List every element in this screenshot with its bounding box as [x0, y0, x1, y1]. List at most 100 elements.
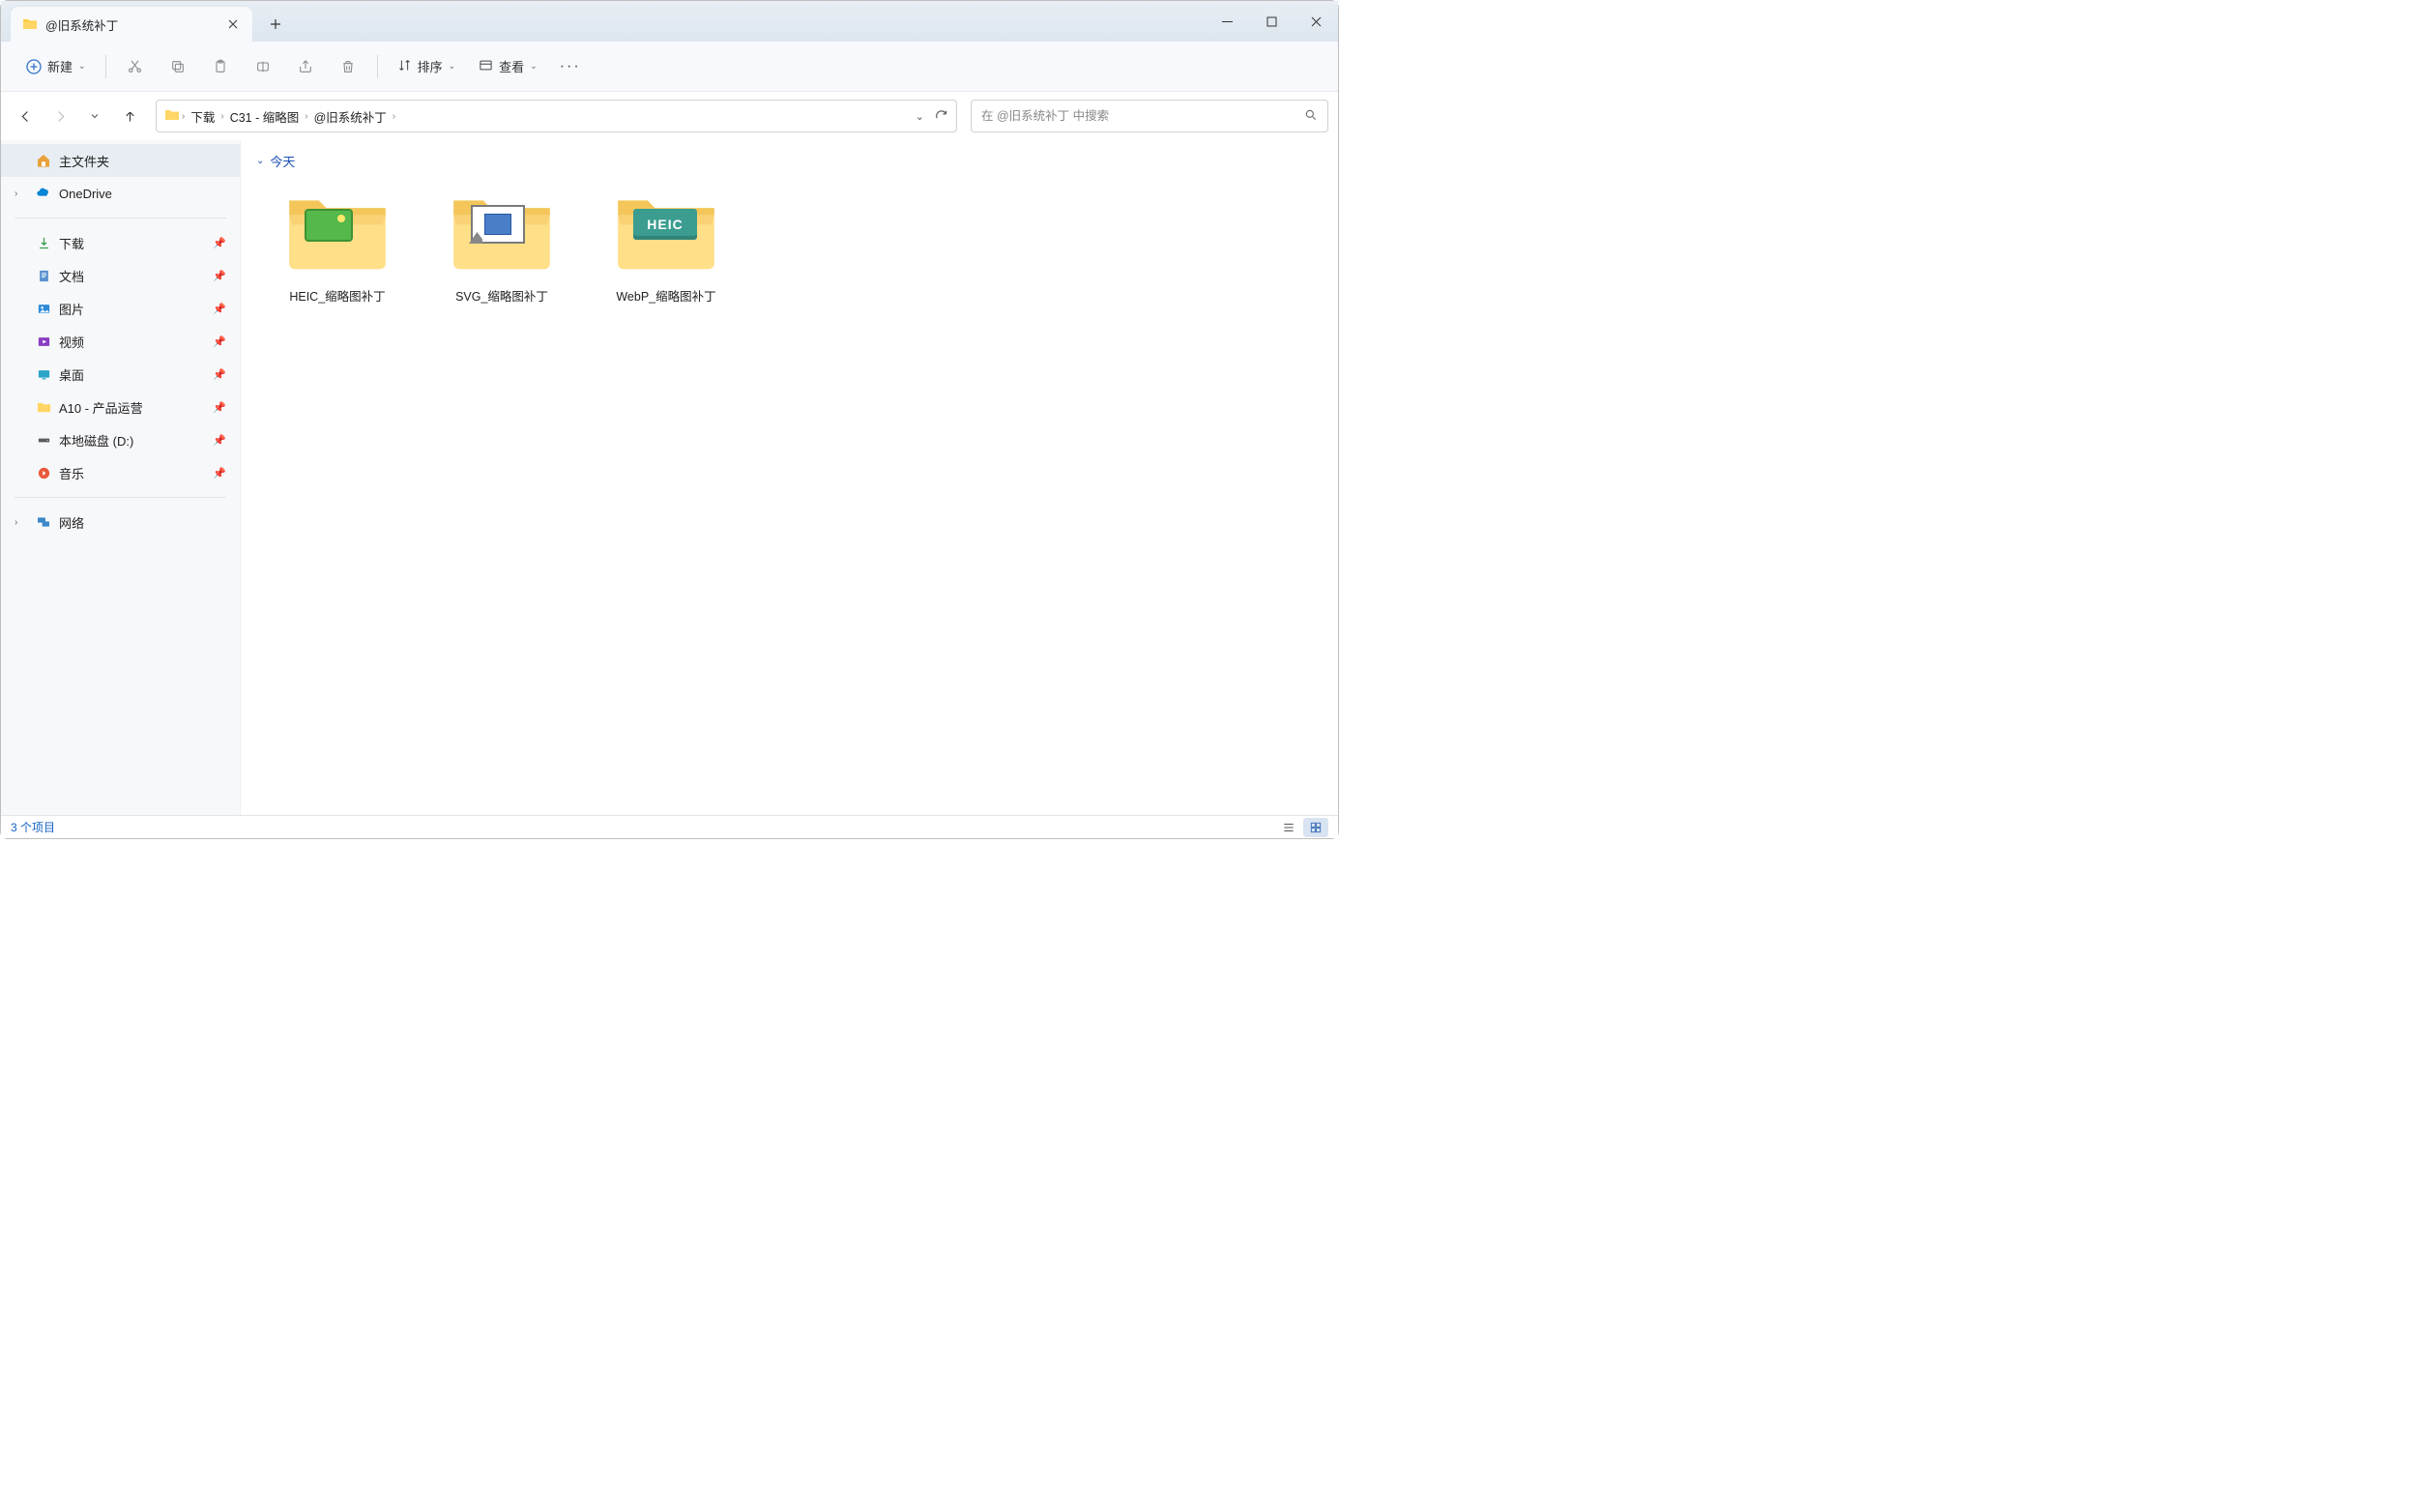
divider — [15, 497, 226, 498]
new-tab-button[interactable] — [258, 7, 293, 42]
recent-button[interactable] — [80, 102, 109, 131]
view-label: 查看 — [499, 57, 524, 75]
pin-icon[interactable]: 📌 — [213, 237, 226, 249]
sidebar-item-desktop[interactable]: 桌面 📌 — [1, 358, 240, 391]
breadcrumb-item[interactable]: 下载 — [187, 104, 218, 129]
refresh-button[interactable] — [934, 107, 948, 125]
status-bar: 3 个项目 — [1, 815, 1338, 838]
group-header-today[interactable]: ⌄ 今天 — [256, 152, 1323, 170]
pin-icon[interactable]: 📌 — [213, 467, 226, 480]
chevron-down-icon: ⌄ — [78, 61, 86, 72]
sidebar-label: 音乐 — [59, 464, 84, 482]
share-button[interactable] — [286, 49, 325, 84]
breadcrumb-item[interactable]: C31 - 缩略图 — [226, 104, 304, 129]
sidebar-label: 桌面 — [59, 365, 84, 384]
cut-button[interactable] — [116, 49, 155, 84]
back-button[interactable] — [11, 102, 40, 131]
chevron-right-icon: › — [393, 111, 395, 122]
sidebar-item-network[interactable]: › 网络 — [1, 506, 240, 538]
rename-button[interactable] — [244, 49, 282, 84]
sidebar-item-d-drive[interactable]: 本地磁盘 (D:) 📌 — [1, 423, 240, 456]
sidebar-label: 下载 — [59, 234, 84, 252]
pin-icon[interactable]: 📌 — [213, 434, 226, 447]
sidebar-label: 网络 — [59, 513, 84, 532]
item-label: SVG_缩略图补丁 — [455, 286, 548, 305]
maximize-button[interactable] — [1249, 1, 1294, 42]
chevron-down-icon: ⌄ — [530, 61, 538, 72]
breadcrumb-item[interactable]: @旧系统补丁 — [310, 104, 391, 129]
sidebar-label: 本地磁盘 (D:) — [59, 431, 133, 450]
view-button[interactable]: 查看 ⌄ — [469, 51, 547, 81]
sort-icon — [397, 58, 412, 75]
separator — [377, 55, 378, 78]
sidebar-item-a10[interactable]: A10 - 产品运营 📌 — [1, 391, 240, 423]
music-icon — [36, 465, 51, 480]
toolbar: 新建 ⌄ 排序 ⌄ 查看 ⌄ ··· — [1, 42, 1338, 92]
address-bar[interactable]: › 下载 › C31 - 缩略图 › @旧系统补丁 › ⌄ — [156, 100, 957, 132]
search-box[interactable] — [971, 100, 1328, 132]
plus-circle-icon — [26, 59, 42, 74]
details-view-button[interactable] — [1276, 818, 1301, 837]
sort-button[interactable]: 排序 ⌄ — [388, 51, 466, 81]
document-icon — [36, 268, 51, 283]
chevron-right-icon[interactable]: › — [15, 189, 17, 199]
close-tab-button[interactable] — [225, 16, 241, 32]
close-button[interactable] — [1294, 1, 1338, 42]
chevron-down-icon[interactable]: ⌄ — [916, 110, 924, 123]
chevron-down-icon: ⌄ — [449, 61, 456, 72]
pin-icon[interactable]: 📌 — [213, 368, 226, 381]
home-icon — [36, 153, 51, 168]
separator — [105, 55, 106, 78]
folder-icon: HEIC — [610, 188, 722, 276]
view-icon — [479, 58, 493, 75]
search-input[interactable] — [981, 109, 1304, 123]
folder-icon — [36, 399, 51, 415]
minimize-button[interactable] — [1205, 1, 1249, 42]
icons-view-button[interactable] — [1303, 818, 1328, 837]
folder-item-heic[interactable]: HEIC_缩略图补丁 — [270, 182, 405, 310]
sidebar-label: 图片 — [59, 300, 84, 318]
more-button[interactable]: ··· — [551, 49, 590, 84]
copy-button[interactable] — [159, 49, 197, 84]
sidebar-item-music[interactable]: 音乐 📌 — [1, 456, 240, 489]
sidebar-item-pictures[interactable]: 图片 📌 — [1, 292, 240, 325]
drive-icon — [36, 432, 51, 448]
sidebar-label: 主文件夹 — [59, 152, 109, 170]
pin-icon[interactable]: 📌 — [213, 401, 226, 414]
new-button-label: 新建 — [47, 57, 73, 75]
sidebar-item-home[interactable]: 主文件夹 — [1, 144, 240, 177]
pin-icon[interactable]: 📌 — [213, 270, 226, 282]
up-button[interactable] — [115, 102, 144, 131]
sidebar-label: 视频 — [59, 333, 84, 351]
content-area[interactable]: ⌄ 今天 HEIC_缩略图补丁 SVG_缩略图补丁 — [241, 140, 1338, 815]
title-bar: @旧系统补丁 — [1, 1, 1338, 42]
folder-item-webp[interactable]: HEIC WebP_缩略图补丁 — [598, 182, 734, 310]
address-actions: ⌄ — [916, 107, 948, 125]
delete-button[interactable] — [329, 49, 367, 84]
pin-icon[interactable]: 📌 — [213, 335, 226, 348]
status-text: 3 个项目 — [11, 819, 55, 835]
desktop-icon — [36, 366, 51, 382]
window-controls — [1205, 1, 1338, 42]
new-button[interactable]: 新建 ⌄ — [16, 51, 96, 81]
sidebar-item-videos[interactable]: 视频 📌 — [1, 325, 240, 358]
item-label: WebP_缩略图补丁 — [616, 286, 715, 305]
network-icon — [36, 514, 51, 530]
search-icon[interactable] — [1304, 108, 1318, 125]
onedrive-icon — [36, 186, 51, 201]
tab-strip: @旧系统补丁 — [1, 1, 293, 42]
svg-badge — [471, 205, 525, 244]
sidebar-item-documents[interactable]: 文档 📌 — [1, 259, 240, 292]
sort-label: 排序 — [418, 57, 443, 75]
sidebar-item-downloads[interactable]: 下载 📌 — [1, 226, 240, 259]
folder-item-svg[interactable]: SVG_缩略图补丁 — [434, 182, 569, 310]
tab-current[interactable]: @旧系统补丁 — [11, 7, 252, 42]
forward-button[interactable] — [45, 102, 74, 131]
sidebar-item-onedrive[interactable]: › OneDrive — [1, 177, 240, 210]
pin-icon[interactable]: 📌 — [213, 303, 226, 315]
videos-icon — [36, 334, 51, 349]
group-label: 今天 — [270, 152, 295, 170]
tab-title: @旧系统补丁 — [45, 15, 218, 34]
chevron-right-icon[interactable]: › — [15, 517, 17, 528]
paste-button[interactable] — [201, 49, 240, 84]
